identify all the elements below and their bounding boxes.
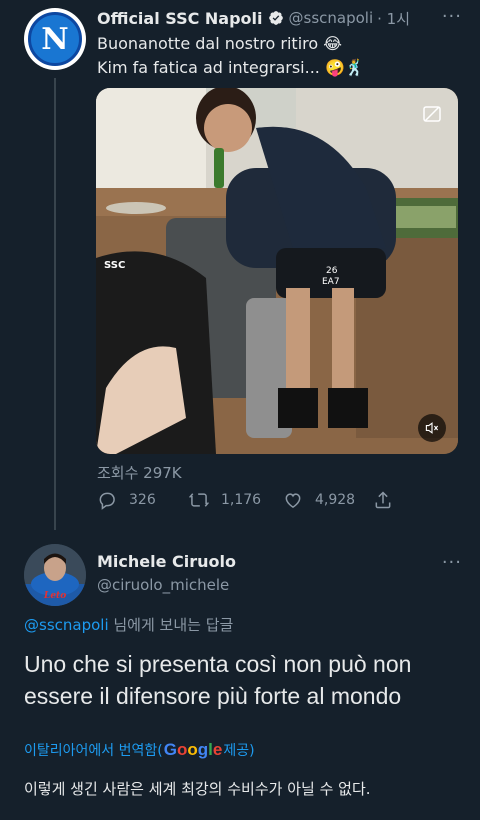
author-name[interactable]: Official SSC Napoli	[97, 9, 263, 28]
author-name[interactable]: Michele Ciruolo	[97, 552, 236, 571]
verified-badge-icon	[268, 10, 284, 26]
napoli-logo: N	[28, 12, 82, 66]
replying-to: @sscnapoli 님에게 보내는 답글	[24, 614, 233, 635]
tweet-text-line-2: Kim fa fatica ad integrarsi... 🤪🕺	[97, 58, 365, 77]
share-icon	[375, 491, 391, 509]
thread-line	[54, 78, 56, 530]
translate-prefix: 이탈리아어에서 번역함(	[24, 743, 163, 759]
google-logo: Google	[163, 740, 223, 759]
tweet-actions: 326 1,176 4,928	[97, 490, 417, 512]
like-count: 4,928	[315, 492, 356, 508]
shirt-number: 26	[326, 266, 338, 276]
heart-icon	[285, 493, 301, 508]
translate-suffix: 제공)	[223, 743, 255, 759]
video-frame: SSC 26 EA7	[96, 88, 458, 454]
tweet-video[interactable]: SSC 26 EA7	[96, 88, 458, 454]
reply-count: 326	[129, 492, 156, 508]
like-button[interactable]: 4,928	[283, 490, 355, 510]
reply-avatar-image: Leto	[24, 544, 86, 606]
author-handle[interactable]: @sscnapoli	[289, 9, 374, 27]
translation-attribution[interactable]: 이탈리아어에서 번역함( Google 제공)	[24, 740, 255, 760]
share-button[interactable]	[373, 490, 405, 510]
hide-media-icon[interactable]	[422, 104, 442, 124]
jersey-sponsor: Leto	[43, 591, 66, 601]
tweet-text: Buonanotte dal nostro ritiro 😂 Kim fa fa…	[97, 32, 457, 80]
reply-mention-link[interactable]: @sscnapoli	[24, 616, 109, 634]
tweet-header: Official SSC Napoli @sscnapoli · 1시 ···	[97, 6, 466, 30]
author-handle[interactable]: @ciruolo_michele	[97, 576, 229, 594]
reply-icon	[99, 492, 115, 510]
tweet-text-line-1: Buonanotte dal nostro ritiro 😂	[97, 34, 342, 53]
reply-to-suffix: 님에게 보내는 답글	[108, 616, 234, 634]
more-options-icon[interactable]: ···	[442, 6, 462, 27]
reply-button[interactable]: 326	[97, 490, 156, 510]
view-count: 조회수 297K	[97, 464, 182, 482]
avatar[interactable]: Leto	[24, 544, 86, 606]
retweet-count: 1,176	[221, 492, 262, 508]
video-sticker: SSC	[104, 260, 125, 271]
napoli-tweet[interactable]: N Official SSC Napoli @sscnapoli · 1시 ··…	[0, 0, 480, 530]
mute-icon[interactable]	[418, 414, 446, 442]
shirt-brand: EA7	[322, 277, 340, 287]
tweet-text: Uno che si presenta così non può non ess…	[24, 651, 412, 709]
tweet-time[interactable]: · 1시	[377, 8, 410, 29]
retweet-button[interactable]: 1,176	[189, 490, 261, 510]
reply-tweet[interactable]: Leto Michele Ciruolo @ciruolo_michele ··…	[0, 530, 480, 820]
retweet-icon	[189, 493, 209, 507]
avatar[interactable]: N	[24, 8, 86, 70]
translated-text: 이렇게 생긴 사람은 세계 최강의 수비수가 아닐 수 없다.	[24, 780, 371, 798]
more-options-icon[interactable]: ···	[442, 552, 462, 573]
